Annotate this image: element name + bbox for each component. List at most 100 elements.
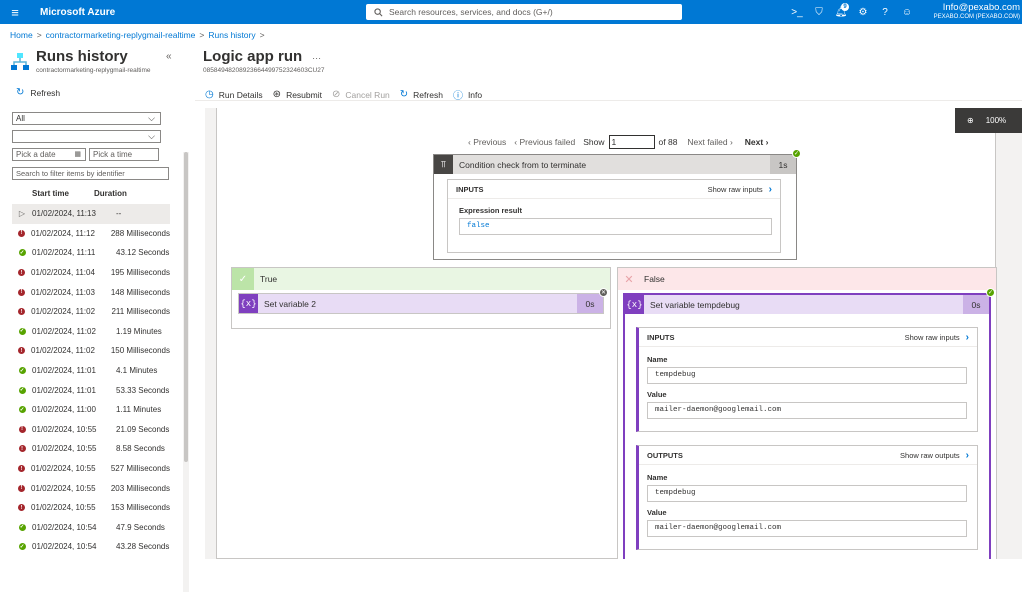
- false-branch: ✕ False {x} Set variable tempdebug 0s ✓ …: [617, 267, 997, 559]
- succeeded-icon: ✓: [18, 406, 26, 414]
- trigger-filter-dropdown[interactable]: ⌵: [12, 130, 161, 143]
- run-row[interactable]: ! 01/02/2024, 11:03 148 Milliseconds: [12, 282, 170, 302]
- success-check-icon: ✓: [986, 288, 995, 297]
- date-picker-input[interactable]: Pick a date ▦: [12, 148, 86, 161]
- run-row[interactable]: ! 01/02/2024, 10:55 203 Milliseconds: [12, 478, 170, 498]
- run-row[interactable]: ! 01/02/2024, 11:04 195 Milliseconds: [12, 263, 170, 283]
- settings-gear-icon[interactable]: ⚙: [852, 0, 874, 24]
- refresh-run-button[interactable]: ↻ Refresh: [400, 89, 443, 100]
- run-duration: 53.33 Seconds: [116, 385, 170, 395]
- brand-label[interactable]: Microsoft Azure: [40, 7, 115, 18]
- account-menu[interactable]: Info@pexabo.com PEXABO.COM (PEXABO.COM): [934, 3, 1020, 21]
- failed-icon: !: [12, 269, 31, 277]
- global-search-input[interactable]: Search resources, services, and docs (G+…: [366, 4, 682, 20]
- failed-icon: !: [12, 504, 31, 512]
- previous-failed-button[interactable]: ‹ Previous failed: [514, 137, 575, 147]
- run-row[interactable]: ✓ 01/02/2024, 10:54 43.28 Seconds: [12, 537, 170, 557]
- resubmit-icon: ⊛: [272, 89, 282, 100]
- feedback-icon[interactable]: ☺: [896, 0, 918, 24]
- chevron-right-icon: ›: [768, 183, 772, 195]
- success-check-icon: ✓: [792, 149, 801, 158]
- column-start-time[interactable]: Start time: [12, 189, 94, 203]
- input-value-value: mailer-daemon@googlemail.com: [647, 402, 967, 419]
- search-placeholder: Search resources, services, and docs (G+…: [389, 7, 553, 17]
- collapse-panel-icon[interactable]: «: [166, 51, 172, 62]
- iteration-input[interactable]: 1: [608, 135, 655, 149]
- true-branch-header[interactable]: ✓ True: [232, 268, 610, 290]
- run-row[interactable]: ✓ 01/02/2024, 10:54 47.9 Seconds: [12, 518, 170, 538]
- date-placeholder: Pick a date: [16, 150, 56, 159]
- run-row[interactable]: ! 01/02/2024, 11:02 150 Milliseconds: [12, 341, 170, 361]
- set-variable-2-header: {x} Set variable 2 0s ✕: [239, 288, 608, 313]
- inputs-heading: INPUTS: [456, 184, 484, 194]
- set-variable-2-card[interactable]: {x} Set variable 2 0s ✕: [238, 288, 608, 314]
- directory-filter-icon[interactable]: ⛉: [808, 0, 830, 24]
- designer-canvas[interactable]: ‹ Previous ‹ Previous failed Show 1 of 8…: [205, 108, 1022, 559]
- chevron-down-icon: ⌵: [148, 131, 155, 141]
- run-row[interactable]: ✓ 01/02/2024, 11:00 1.11 Minutes: [12, 400, 170, 420]
- cloud-shell-icon[interactable]: >_: [786, 0, 808, 24]
- runs-scrollbar[interactable]: [183, 152, 189, 592]
- run-row[interactable]: ! 01/02/2024, 10:55 21.09 Seconds: [12, 420, 170, 440]
- run-duration: 153 Milliseconds: [110, 503, 170, 513]
- run-row[interactable]: ! 01/02/2024, 10:55 153 Milliseconds: [12, 498, 170, 518]
- condition-inputs-section: INPUTS Show raw inputs › Expression result…: [447, 179, 781, 253]
- breadcrumb-logic-app[interactable]: contractormarketing-replygmail-realtime: [46, 30, 196, 40]
- zoom-control[interactable]: ⊕ 100%: [955, 108, 1022, 133]
- true-branch: ✓ True {x} Set variable 2 0s ✕: [231, 267, 611, 329]
- run-start-time: 01/02/2024, 11:02: [31, 346, 95, 356]
- run-row[interactable]: ▷ 01/02/2024, 11:13 --: [12, 204, 170, 224]
- next-button[interactable]: Next ›: [745, 137, 769, 147]
- run-details-button[interactable]: ◷ Run Details: [205, 89, 263, 100]
- help-icon[interactable]: ?: [874, 0, 896, 24]
- resubmit-button[interactable]: ⊛ Resubmit: [273, 89, 322, 100]
- refresh-runs-button[interactable]: ↻ Refresh: [16, 87, 60, 98]
- failed-icon: !: [12, 484, 31, 492]
- set-variable-tempdebug-header[interactable]: {x} Set variable tempdebug 0s ✓: [625, 288, 995, 314]
- run-duration: 211 Milliseconds: [111, 307, 170, 317]
- previous-button[interactable]: ‹ Previous: [468, 137, 506, 147]
- set-variable-tempdebug-card[interactable]: {x} Set variable tempdebug 0s ✓ INPUTS Sh…: [623, 288, 995, 559]
- show-raw-outputs-link[interactable]: Show raw outputs ›: [900, 450, 969, 461]
- time-picker-input[interactable]: Pick a time: [89, 148, 159, 161]
- run-row[interactable]: ✓ 01/02/2024, 11:01 4.1 Minutes: [12, 361, 170, 381]
- zoom-level: 100%: [985, 116, 1007, 125]
- expression-result-label: Expression result: [459, 206, 522, 215]
- notifications-icon[interactable]: 🔔︎ 9: [830, 0, 852, 24]
- run-row[interactable]: ! 01/02/2024, 11:12 288 Milliseconds: [12, 224, 170, 244]
- run-row[interactable]: ! 01/02/2024, 11:02 211 Milliseconds: [12, 302, 170, 322]
- set-variable-tempdebug-duration: 0s: [963, 295, 989, 314]
- running-icon: ▷: [18, 209, 26, 219]
- run-row[interactable]: ! 01/02/2024, 10:55 527 Milliseconds: [12, 459, 170, 479]
- status-filter-dropdown[interactable]: All ⌵: [12, 112, 161, 125]
- cancel-run-button[interactable]: ⊘ Cancel Run: [332, 89, 390, 100]
- run-details-pane: Logic app run ··· 08584948208923664499752…: [195, 44, 1022, 559]
- breadcrumb-home[interactable]: Home: [10, 30, 33, 40]
- condition-header[interactable]: ⫪ Condition check from to terminate 1s ✓: [434, 149, 801, 174]
- run-row[interactable]: ✓ 01/02/2024, 11:02 1.19 Minutes: [12, 322, 170, 342]
- succeeded-icon: ✓: [18, 249, 26, 257]
- condition-card[interactable]: ⫪ Condition check from to terminate 1s ✓…: [433, 149, 801, 260]
- chevron-right-icon: ›: [965, 331, 969, 343]
- zoom-in-icon[interactable]: ⊕: [967, 116, 974, 125]
- false-branch-header[interactable]: ✕ False: [618, 268, 996, 290]
- run-row[interactable]: ✓ 01/02/2024, 11:11 43.12 Seconds: [12, 243, 170, 263]
- run-start-time: 01/02/2024, 11:04: [31, 268, 95, 278]
- identifier-search-input[interactable]: Search to filter items by identifier: [12, 167, 169, 180]
- next-failed-button[interactable]: Next failed ›: [687, 137, 732, 147]
- run-start-time: 01/02/2024, 11:02: [31, 307, 96, 317]
- show-raw-inputs-link[interactable]: Show raw inputs ›: [708, 184, 772, 195]
- show-raw-inputs-link[interactable]: Show raw inputs ›: [905, 332, 969, 343]
- column-duration[interactable]: Duration: [94, 189, 127, 203]
- more-options-icon[interactable]: ···: [312, 53, 321, 63]
- breadcrumb-runs-history[interactable]: Runs history: [208, 30, 255, 40]
- scrollbar-thumb[interactable]: [184, 152, 188, 462]
- run-row[interactable]: ! 01/02/2024, 10:55 8.58 Seconds: [12, 439, 170, 459]
- run-row[interactable]: ✓ 01/02/2024, 11:01 53.33 Seconds: [12, 380, 170, 400]
- run-start-time: 01/02/2024, 10:54: [32, 522, 97, 532]
- run-duration: 21.09 Seconds: [116, 424, 170, 434]
- run-duration: 150 Milliseconds: [110, 346, 170, 356]
- menu-icon[interactable]: ≡: [0, 5, 30, 20]
- failed-icon: !: [12, 445, 32, 453]
- run-details-label: Run Details: [218, 89, 263, 100]
